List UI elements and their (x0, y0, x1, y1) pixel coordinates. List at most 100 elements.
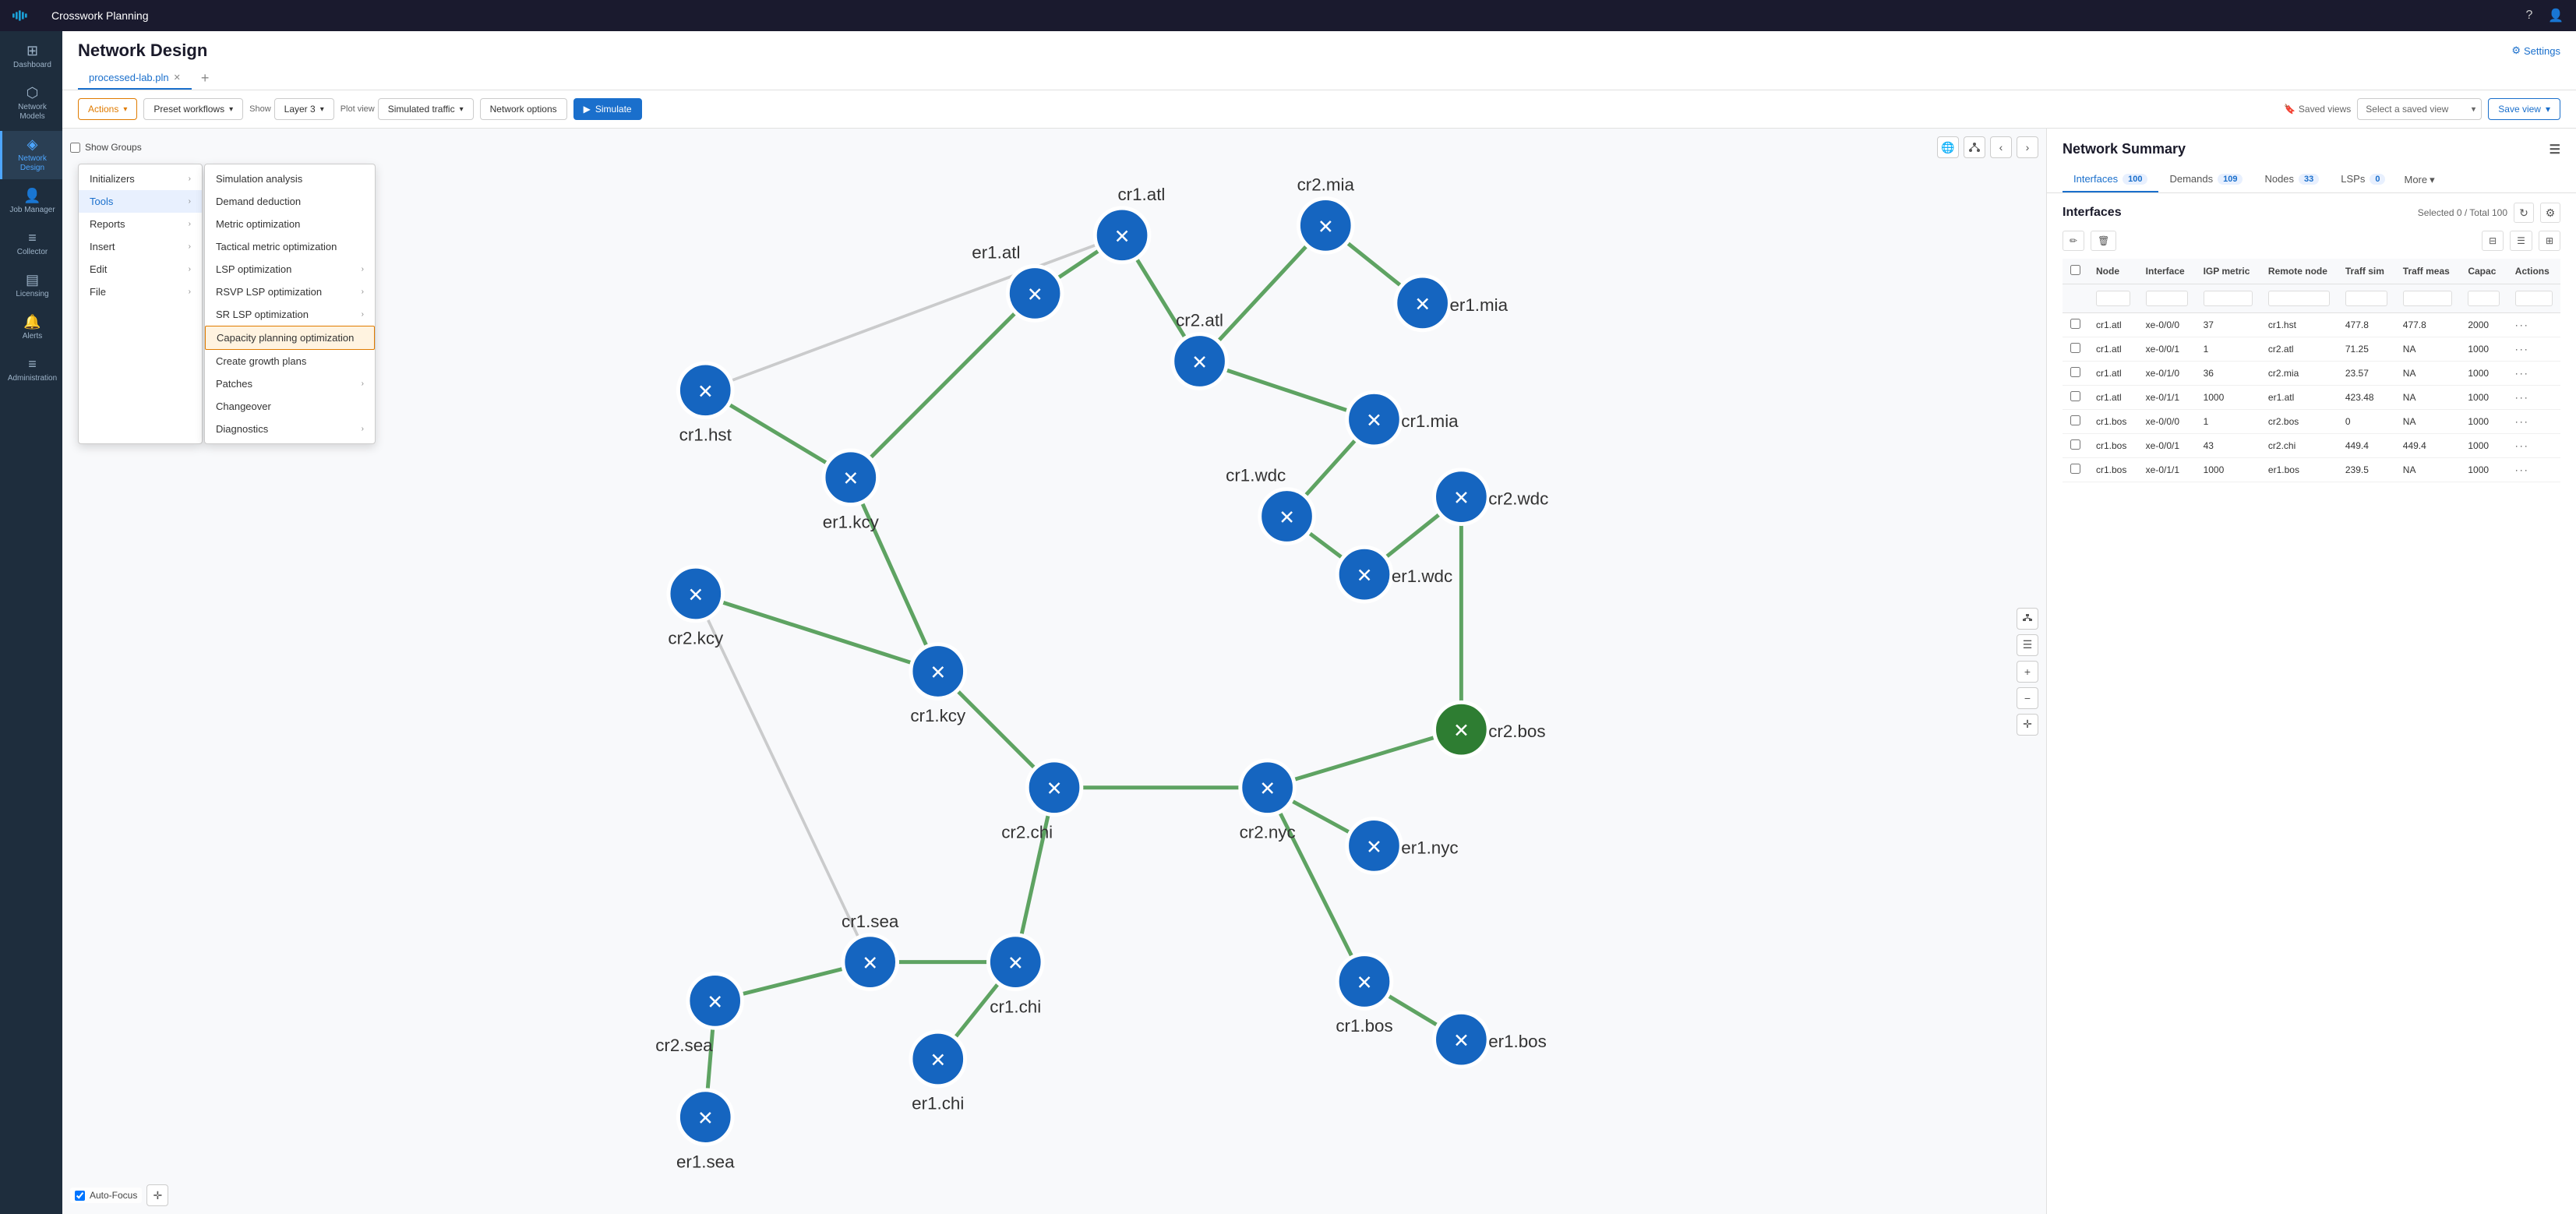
globe-icon-btn[interactable]: 🌐 (1937, 136, 1959, 158)
save-view-button[interactable]: Save view ▾ (2488, 98, 2560, 120)
sidebar-item-administration[interactable]: ≡ Administration (0, 351, 62, 390)
simulated-traffic-button[interactable]: Simulated traffic ▾ (378, 98, 474, 120)
menu-item-create-growth-plans[interactable]: Create growth plans (205, 350, 375, 372)
row-checkbox-2[interactable] (2070, 367, 2080, 377)
tab-interfaces[interactable]: Interfaces 100 (2063, 167, 2158, 192)
zoom-out-btn[interactable]: − (2017, 687, 2038, 709)
saved-views-label: 🔖 Saved views (2284, 104, 2351, 115)
auto-focus-checkbox[interactable] (75, 1191, 85, 1201)
file-tab-processed-lab[interactable]: processed-lab.pln ✕ (78, 67, 192, 90)
row-checkbox-3[interactable] (2070, 391, 2080, 401)
menu-item-rsvp-lsp[interactable]: RSVP LSP optimization › (205, 281, 375, 303)
zoom-in-btn[interactable]: + (2017, 661, 2038, 683)
next-icon-btn[interactable]: › (2017, 136, 2038, 158)
user-icon[interactable]: 👤 (2548, 8, 2564, 23)
show-groups-checkbox-label[interactable]: Show Groups (70, 142, 142, 153)
edit-icon-btn[interactable]: ✏ (2063, 231, 2084, 251)
menu-item-lsp-optimization[interactable]: LSP optimization › (205, 258, 375, 281)
menu-item-insert[interactable]: Insert › (79, 235, 202, 258)
layer3-button[interactable]: Layer 3 ▾ (274, 98, 334, 120)
filter-icon-btn[interactable]: ⊟ (2482, 231, 2504, 251)
filter-traff-sim-input[interactable] (2345, 291, 2387, 306)
network-options-button[interactable]: Network options (480, 98, 567, 120)
cell-actions-3[interactable]: ··· (2507, 386, 2560, 410)
row-checkbox-1[interactable] (2070, 343, 2080, 353)
menu-item-demand-deduction[interactable]: Demand deduction (205, 190, 375, 213)
menu-item-metric-optimization[interactable]: Metric optimization (205, 213, 375, 235)
menu-item-patches[interactable]: Patches › (205, 372, 375, 395)
canvas-crosshair-icon[interactable]: ✛ (146, 1184, 168, 1206)
administration-icon: ≡ (28, 357, 37, 371)
th-filter-checkbox (2063, 284, 2088, 313)
menu-item-changeover[interactable]: Changeover (205, 395, 375, 418)
file-tab-close[interactable]: ✕ (174, 72, 181, 83)
menu-item-reports[interactable]: Reports › (79, 213, 202, 235)
menu-item-file[interactable]: File › (79, 281, 202, 303)
menu-item-edit[interactable]: Edit › (79, 258, 202, 281)
topology-icon-btn[interactable] (1964, 136, 1985, 158)
settings-icon-btn[interactable]: ⚙ (2540, 203, 2560, 223)
sidebar-item-network-models[interactable]: ⬡ Network Models (0, 79, 62, 128)
hierarchy-icon-btn[interactable] (2017, 608, 2038, 630)
help-icon[interactable]: ? (2521, 8, 2537, 23)
menu-item-initializers[interactable]: Initializers › (79, 168, 202, 190)
menu-item-diagnostics[interactable]: Diagnostics › (205, 418, 375, 440)
auto-focus-label[interactable]: Auto-Focus (70, 1188, 142, 1203)
list-icon-btn[interactable]: ☰ (2017, 634, 2038, 656)
network-nodes[interactable]: ✕ cr2.kcy ✕ er1.kcy ✕ cr1.kcy (655, 175, 1548, 1172)
cell-actions-2[interactable]: ··· (2507, 362, 2560, 386)
cell-actions-1[interactable]: ··· (2507, 337, 2560, 362)
tab-nodes[interactable]: Nodes 33 (2253, 167, 2330, 192)
cell-actions-6[interactable]: ··· (2507, 458, 2560, 482)
row-checkbox-5[interactable] (2070, 439, 2080, 450)
menu-item-sr-lsp[interactable]: SR LSP optimization › (205, 303, 375, 326)
menu-item-simulation-analysis[interactable]: Simulation analysis (205, 168, 375, 190)
filter-actions-input[interactable] (2515, 291, 2553, 306)
settings-link[interactable]: ⚙ Settings (2511, 44, 2560, 57)
tab-more[interactable]: More ▾ (2396, 168, 2442, 192)
filter-igp-input[interactable] (2204, 291, 2253, 306)
tab-demands[interactable]: Demands 109 (2158, 167, 2253, 192)
tab-lsps[interactable]: LSPs 0 (2330, 167, 2396, 192)
add-tab-button[interactable]: + (195, 70, 216, 86)
filter-node-input[interactable] (2096, 291, 2130, 306)
cell-actions-0[interactable]: ··· (2507, 313, 2560, 337)
refresh-icon-btn[interactable]: ↻ (2514, 203, 2534, 223)
cell-igp-2: 36 (2196, 362, 2260, 386)
filter-capac-input[interactable] (2468, 291, 2499, 306)
list-view-btn[interactable]: ☰ (2510, 231, 2532, 251)
sidebar-item-alerts[interactable]: 🔔 Alerts (0, 309, 62, 348)
menu-item-tools[interactable]: Tools › (79, 190, 202, 213)
sidebar-item-job-manager[interactable]: 👤 Job Manager (0, 182, 62, 221)
preset-workflows-button[interactable]: Preset workflows ▾ (143, 98, 243, 120)
panel-menu-icon[interactable]: ☰ (2550, 142, 2560, 157)
show-groups-checkbox[interactable] (70, 143, 80, 153)
filter-traff-meas-input[interactable] (2403, 291, 2453, 306)
sidebar-item-collector[interactable]: ≡ Collector (0, 224, 62, 263)
sidebar-item-dashboard[interactable]: ⊞ Dashboard (0, 37, 62, 76)
grid-view-btn[interactable]: ⊞ (2539, 231, 2560, 251)
cell-actions-4[interactable]: ··· (2507, 410, 2560, 434)
row-checkbox-4[interactable] (2070, 415, 2080, 425)
file-chevron-icon: › (189, 288, 191, 296)
select-all-checkbox[interactable] (2070, 265, 2080, 275)
menu-item-capacity-planning[interactable]: Capacity planning optimization (205, 326, 375, 350)
node-cr2bos: ✕ cr2.bos (1434, 702, 1546, 757)
row-checkbox-6[interactable] (2070, 464, 2080, 474)
canvas-area[interactable]: Show Groups 🌐 (62, 129, 2046, 1214)
sidebar-item-network-design[interactable]: ◈ Network Design (0, 131, 62, 179)
crosshair-btn[interactable]: ✛ (2017, 714, 2038, 736)
cell-actions-5[interactable]: ··· (2507, 434, 2560, 458)
sidebar-item-licensing[interactable]: ▤ Licensing (0, 266, 62, 305)
row-checkbox-0[interactable] (2070, 319, 2080, 329)
delete-icon-btn[interactable]: 🗑 (2091, 231, 2116, 251)
row-checkbox-cell (2063, 386, 2088, 410)
menu-item-tactical-metric[interactable]: Tactical metric optimization (205, 235, 375, 258)
filter-interface-input[interactable] (2146, 291, 2188, 306)
actions-button[interactable]: Actions ▾ (78, 98, 137, 120)
svg-text:✕: ✕ (1027, 284, 1043, 305)
simulate-button[interactable]: ▶ Simulate (573, 98, 642, 120)
prev-icon-btn[interactable]: ‹ (1990, 136, 2012, 158)
saved-views-select[interactable]: Select a saved view (2357, 98, 2482, 120)
filter-remote-input[interactable] (2268, 291, 2330, 306)
